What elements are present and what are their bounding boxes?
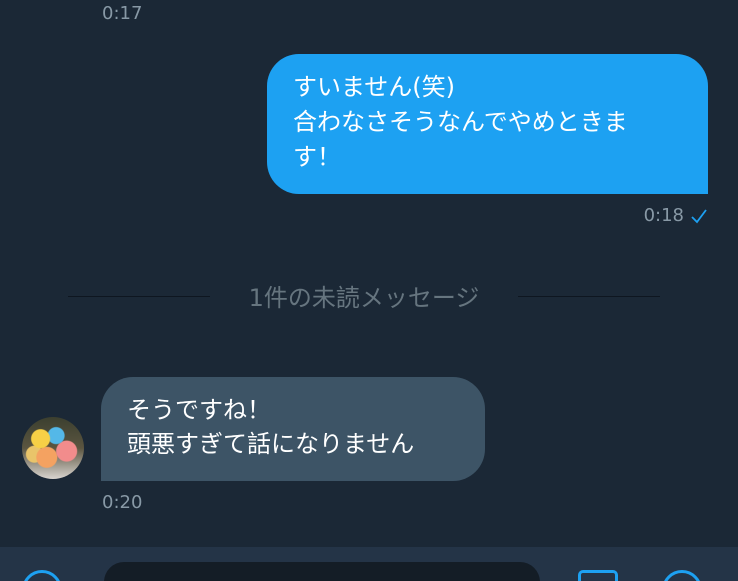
divider-line-right (518, 296, 660, 297)
gif-icon[interactable] (578, 570, 618, 581)
avatar[interactable] (22, 417, 84, 479)
dm-conversation-screen: 0:17 すいません(笑) 合わなさそうなんでやめときま す！ 0:18 1件の… (0, 0, 738, 581)
incoming-message-timestamp: 0:20 (102, 492, 143, 513)
outgoing-message-meta: 0:18 (644, 205, 708, 226)
check-icon (690, 207, 708, 225)
message-timestamp: 0:17 (102, 3, 143, 24)
incoming-message-bubble[interactable]: そうですね！ 頭悪すぎて話になりません (101, 377, 485, 481)
outgoing-message-bubble[interactable]: すいません(笑) 合わなさそうなんでやめときま す！ (267, 54, 708, 194)
unread-divider-label: 1件の未読メッセージ (248, 284, 480, 312)
outgoing-message-timestamp: 0:18 (643, 205, 684, 226)
divider-line-left (68, 296, 210, 297)
unread-divider: 1件の未読メッセージ (0, 278, 738, 312)
message-input[interactable] (104, 562, 540, 581)
